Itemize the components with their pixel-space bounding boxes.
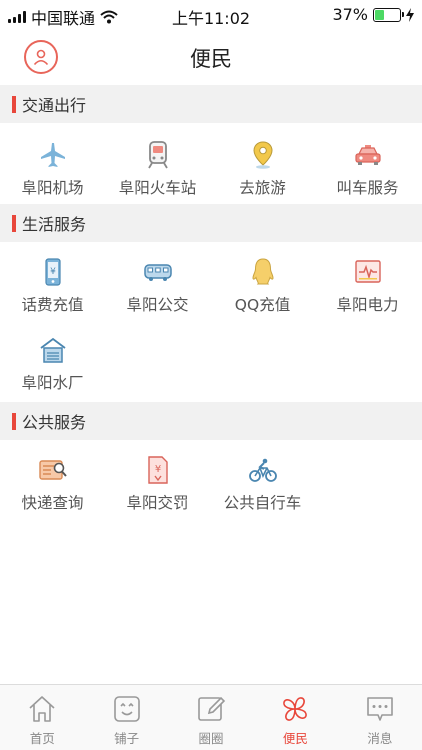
section-title: 生活服务 [22,215,87,234]
bicycle-icon [248,458,277,482]
service-public-bicycle[interactable]: 公共自行车 [210,455,315,513]
svg-text:¥: ¥ [154,464,160,475]
train-icon [147,141,168,169]
service-label: QQ充值 [234,296,291,314]
water-plant-icon [39,337,66,363]
svg-text:¥: ¥ [50,267,56,277]
battery-percent: 37% [332,5,368,24]
battery-level [375,9,384,20]
message-icon [367,697,393,721]
electricity-icon [354,260,381,283]
tab-convenience[interactable]: 便民 [253,685,337,750]
tab-shop[interactable]: 铺子 [84,685,168,750]
tab-messages[interactable]: 消息 [338,685,422,750]
section-marker [12,214,16,232]
express-search-icon [38,460,67,480]
service-label: 阜阳机场 [21,179,84,197]
location-pin-icon [252,141,273,169]
tab-circle[interactable]: 圈圈 [169,685,253,750]
section-title: 交通出行 [22,96,87,115]
tab-label: 消息 [367,731,393,746]
service-label: 阜阳公交 [126,296,189,314]
shop-icon [113,696,140,722]
status-bar: 中国联通 上午11:02 37% [0,0,422,30]
traffic-fine-icon: ¥ [147,456,168,484]
bottom-tab-bar: 首页 铺子 圈圈 便民 消息 [0,684,422,750]
tab-home[interactable]: 首页 [0,685,84,750]
service-label: 去旅游 [239,179,286,197]
header: 便民 [0,30,422,84]
taxi-icon [354,145,381,165]
service-phone-recharge[interactable]: ¥ 话费充值 [0,257,105,315]
airplane-icon [40,143,65,167]
service-qq-recharge[interactable]: QQ充值 [210,257,315,315]
service-fuyang-electricity[interactable]: 阜阳电力 [315,257,420,315]
service-label: 阜阳水厂 [21,374,84,392]
battery-icon [373,7,404,22]
section-marker [12,95,16,113]
tab-label: 铺子 [114,731,140,746]
section-marker [12,412,16,430]
service-label: 阜阳交罚 [126,494,189,512]
home-icon [29,696,55,722]
service-label: 阜阳火车站 [118,179,197,197]
tab-label: 便民 [282,731,308,746]
page-title: 便民 [190,47,232,71]
tab-label: 圈圈 [198,731,224,746]
status-right: 37% [332,5,414,24]
service-label: 叫车服务 [336,179,399,197]
section-header-life-services: 生活服务 [0,204,422,242]
phone-bill-icon: ¥ [44,258,61,286]
service-fuyang-train-station[interactable]: 阜阳火车站 [105,140,210,198]
service-fuyang-airport[interactable]: 阜阳机场 [0,140,105,198]
service-fuyang-bus[interactable]: 阜阳公交 [105,257,210,315]
service-taxi[interactable]: 叫车服务 [315,140,420,198]
qq-icon [251,258,274,285]
section-title: 公共服务 [22,413,87,432]
service-label: 阜阳电力 [336,296,399,314]
service-travel[interactable]: 去旅游 [210,140,315,198]
service-fuyang-water-plant[interactable]: 阜阳水厂 [0,335,105,393]
service-label: 快递查询 [21,494,84,512]
service-express-query[interactable]: 快递查询 [0,455,105,513]
service-label: 公共自行车 [223,494,302,512]
service-traffic-fine[interactable]: ¥ 阜阳交罚 [105,455,210,513]
section-header-transport: 交通出行 [0,85,422,123]
clover-icon [283,697,308,721]
bus-icon [143,264,172,281]
section-header-public-services: 公共服务 [0,402,422,440]
charging-icon [406,7,414,22]
service-label: 话费充值 [21,296,84,314]
edit-icon [198,696,226,721]
tab-label: 首页 [29,731,55,746]
